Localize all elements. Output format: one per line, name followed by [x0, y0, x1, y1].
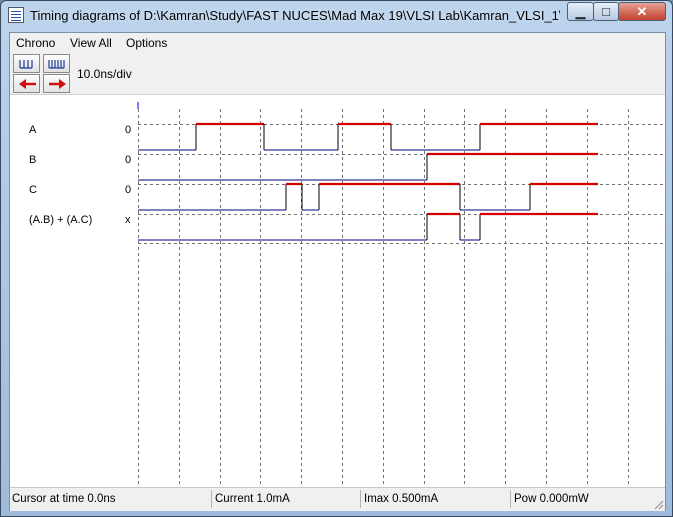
menu-bar: Chrono View All Options [10, 33, 665, 53]
signal-name-a: A [29, 124, 37, 136]
minimize-button[interactable]: ▁ [567, 2, 594, 21]
timing-diagram[interactable]: A 0 B 0 C 0 (A.B) + (A.C) x [10, 95, 665, 487]
app-window: Timing diagrams of D:\Kamran\Study\FAST … [0, 0, 673, 517]
status-imax: Imax 0.500mA [362, 490, 511, 508]
menu-view-all[interactable]: View All [70, 36, 112, 50]
status-cursor-time: Cursor at time 0.0ns [10, 490, 212, 508]
time-scale-label: 10.0ns/div [77, 67, 132, 81]
resize-grip-icon[interactable] [652, 498, 664, 510]
status-power: Pow 0.000mW [514, 493, 589, 505]
zoom-in-button[interactable] [13, 54, 40, 73]
scroll-left-button[interactable] [13, 74, 40, 93]
signal-name-b: B [29, 154, 37, 166]
signal-name-c: C [29, 184, 37, 196]
app-icon[interactable] [8, 7, 24, 23]
status-current: Current 1.0mA [213, 490, 361, 508]
menu-options[interactable]: Options [126, 36, 167, 50]
title-bar[interactable]: Timing diagrams of D:\Kamran\Study\FAST … [1, 1, 672, 31]
zoom-out-icon [48, 60, 65, 69]
waveform-canvas[interactable] [10, 95, 665, 487]
close-button[interactable]: ✕ [618, 2, 666, 21]
status-bar: Cursor at time 0.0ns Current 1.0mA Imax … [10, 487, 665, 511]
signal-value-c: 0 [125, 184, 132, 196]
client-area: Chrono View All Options 10.0ns/div A 0 B… [9, 32, 666, 511]
signal-value-b: 0 [125, 154, 132, 166]
maximize-button[interactable]: □ [593, 2, 619, 21]
window-title: Timing diagrams of D:\Kamran\Study\FAST … [30, 8, 560, 23]
scroll-right-button[interactable] [43, 74, 70, 93]
zoom-in-icon [19, 60, 33, 69]
signal-value-a: 0 [125, 124, 132, 136]
menu-chrono[interactable]: Chrono [16, 36, 55, 50]
zoom-out-button[interactable] [43, 54, 70, 73]
arrow-left-icon [19, 79, 36, 89]
signal-name-output: (A.B) + (A.C) [29, 214, 93, 226]
arrow-right-icon [49, 79, 66, 89]
signal-value-output: x [125, 214, 131, 226]
toolbar: 10.0ns/div [10, 52, 665, 95]
